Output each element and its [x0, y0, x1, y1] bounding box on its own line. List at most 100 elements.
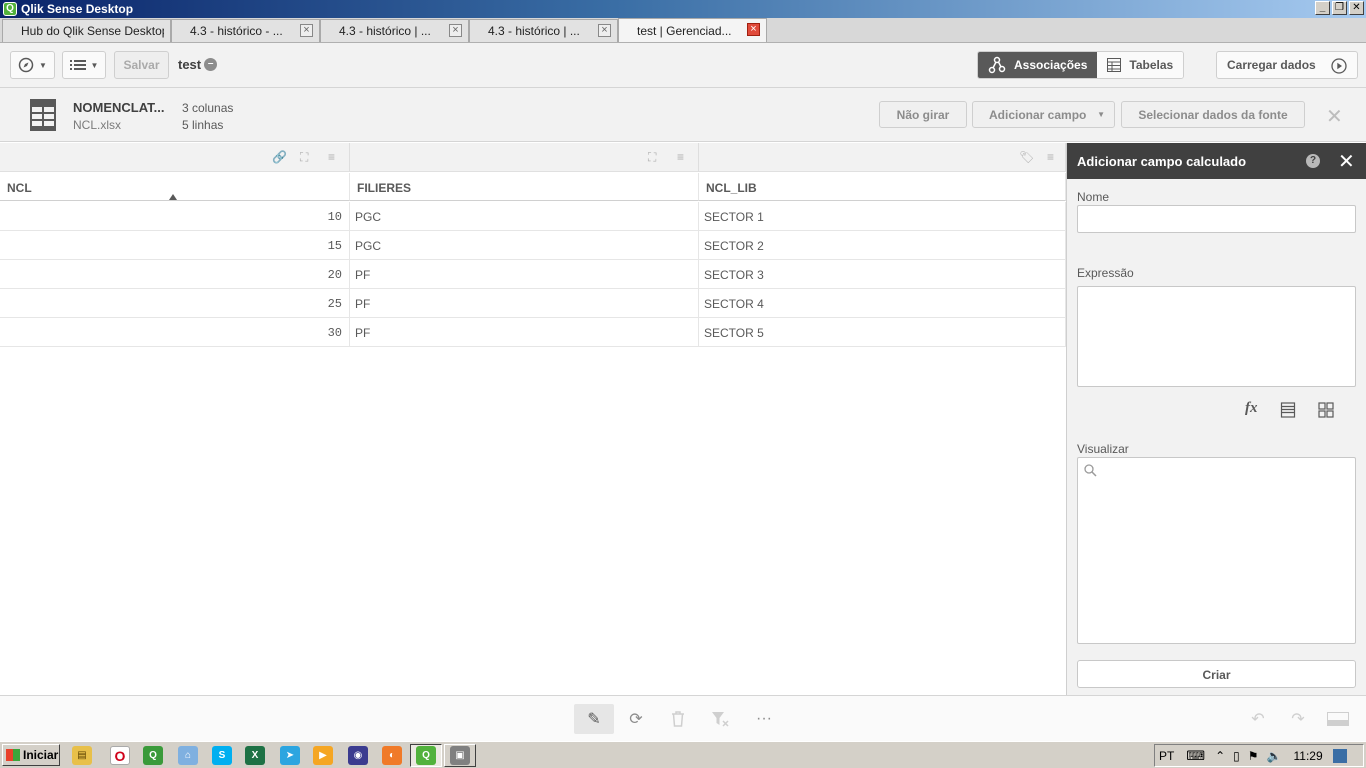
table-info-bar: NOMENCLAT... NCL.xlsx 3 colunas 5 linhas… [0, 88, 1366, 142]
volume-icon[interactable]: 🔈 [1267, 749, 1282, 763]
column-menu-icon[interactable]: ≡ [677, 150, 684, 164]
tag-icon[interactable]: 🏷 [1019, 150, 1034, 164]
refresh-icon[interactable]: ⟳ [616, 704, 656, 734]
function-icon[interactable]: fx [1245, 400, 1258, 418]
taskbar-qlik-sense[interactable]: Q [410, 744, 442, 767]
bottom-action-bar: ✎ ⟳ ··· ↶ ↷ [0, 695, 1366, 741]
more-options-icon[interactable]: ··· [744, 704, 784, 734]
table-source-file: NCL.xlsx [73, 118, 122, 132]
tab-label: 4.3 - histórico - ... [190, 24, 283, 38]
save-button[interactable]: Salvar [114, 51, 169, 79]
column-toolbar-ncl-lib: 🏷 ≡ [699, 143, 1066, 172]
expand-icon[interactable]: ⛶ [300, 150, 308, 165]
compass-icon [18, 57, 34, 73]
preview-label: Visualizar [1077, 442, 1129, 456]
close-tab-icon[interactable]: × [449, 24, 462, 37]
close-tab-icon[interactable]: × [300, 24, 313, 37]
os-taskbar: Iniciar ▤ O Q ⌂ S X ➤ ▶ ◉ ◐ Q ▣ PT ⌨ ⌃ ▯… [0, 741, 1366, 768]
data-preview-grid: 🔗 ⛶ ≡ ⛶ ≡ 🏷 ≡ NCL FILIERES NCL_LIB 10 PG… [0, 143, 1066, 695]
tables-label: Tabelas [1129, 58, 1174, 72]
link-icon[interactable]: 🔗 [272, 150, 287, 164]
taskbar-window-item[interactable]: ▣ [444, 744, 476, 767]
tables-view-button[interactable]: Tabelas [1097, 52, 1184, 78]
global-menu-button[interactable]: ▼ [62, 51, 106, 79]
window-title-bar: Q Qlik Sense Desktop _ ❐ ✕ [0, 0, 1366, 18]
keyboard-icon[interactable]: ⌨ [1186, 748, 1205, 764]
add-field-button[interactable]: Adicionar campo ▼ [972, 101, 1115, 128]
associations-label: Associações [1014, 58, 1088, 72]
password-manager-icon[interactable]: ◉ [348, 746, 368, 765]
minimize-button[interactable]: _ [1315, 1, 1330, 15]
help-icon[interactable]: ? [1306, 154, 1320, 168]
skype-icon[interactable]: S [212, 746, 232, 765]
chevron-down-icon: ▼ [39, 60, 47, 70]
close-table-editor-icon[interactable]: ✕ [1326, 104, 1343, 129]
toggle-panel-icon[interactable] [1318, 704, 1358, 734]
opera-icon[interactable]: O [110, 746, 130, 765]
device-icon[interactable]: ▯ [1233, 749, 1240, 763]
tab-label: test | Gerenciad... [637, 23, 732, 38]
chevron-down-icon: ▼ [1097, 110, 1105, 119]
file-explorer-icon[interactable]: ▤ [72, 746, 92, 765]
show-hidden-icons[interactable]: ⌃ [1215, 749, 1225, 763]
edit-pencil-icon[interactable]: ✎ [574, 704, 614, 734]
clock[interactable]: 11:29 [1294, 749, 1323, 763]
qlikview-icon[interactable]: Q [143, 746, 163, 765]
panel-title: Adicionar campo calculado [1077, 154, 1247, 169]
field-list-icon[interactable] [1280, 402, 1296, 418]
field-name-input[interactable] [1077, 205, 1356, 233]
tab-historico-1[interactable]: 4.3 - histórico - ... × [171, 19, 320, 42]
play-circle-icon [1331, 58, 1347, 74]
column-menu-icon[interactable]: ≡ [1047, 150, 1054, 164]
close-tab-icon[interactable]: × [747, 23, 760, 36]
associations-view-button[interactable]: Associações [978, 52, 1098, 78]
tab-test-data-manager[interactable]: test | Gerenciad... × [618, 18, 767, 42]
restore-button[interactable]: ❐ [1332, 1, 1347, 15]
filter-clear-icon[interactable] [700, 704, 740, 734]
start-button[interactable]: Iniciar [2, 744, 60, 766]
tab-historico-2[interactable]: 4.3 - histórico | ... × [320, 19, 469, 42]
close-tab-icon[interactable]: × [598, 24, 611, 37]
variables-grid-icon[interactable] [1317, 402, 1334, 418]
column-toolbar-ncl: 🔗 ⛶ ≡ [0, 143, 350, 172]
network-icon[interactable]: ⌂ [178, 746, 198, 765]
table-metadata: 3 colunas 5 linhas [182, 100, 233, 134]
tab-label: Hub do Qlik Sense Desktop [21, 24, 164, 38]
language-indicator[interactable]: PT [1159, 749, 1174, 763]
close-window-button[interactable]: ✕ [1349, 1, 1364, 15]
table-row: 25 PF SECTOR 4 [0, 289, 1066, 318]
media-player-icon[interactable]: ▶ [313, 746, 333, 765]
cell-filieres: PGC [350, 202, 699, 231]
tab-label: 4.3 - histórico | ... [339, 24, 431, 38]
table-row: 30 PF SECTOR 5 [0, 318, 1066, 347]
column-header-filieres[interactable]: FILIERES [350, 173, 699, 201]
system-tray: PT ⌨ ⌃ ▯ ⚑ 🔈 11:29 [1154, 744, 1364, 767]
navigation-menu-button[interactable]: ▼ [10, 51, 55, 79]
browser-icon[interactable]: ◐ [382, 746, 402, 765]
cell-ncl: 20 [0, 260, 350, 289]
windows-logo-icon [6, 749, 20, 761]
cell-filieres: PF [350, 260, 699, 289]
column-menu-icon[interactable]: ≡ [328, 150, 335, 164]
flag-icon[interactable]: ⚑ [1248, 749, 1259, 763]
load-data-button[interactable]: Carregar dados [1216, 51, 1358, 79]
show-desktop-icon[interactable] [1332, 748, 1347, 763]
excel-icon[interactable]: X [245, 746, 265, 765]
select-source-data-button[interactable]: Selecionar dados da fonte [1121, 101, 1305, 128]
start-label: Iniciar [23, 748, 59, 762]
associations-icon [988, 56, 1006, 74]
create-button[interactable]: Criar [1077, 660, 1356, 688]
tab-hub[interactable]: Hub do Qlik Sense Desktop [2, 19, 171, 42]
expand-icon[interactable]: ⛶ [648, 150, 656, 165]
close-panel-icon[interactable]: ✕ [1338, 149, 1355, 174]
telegram-icon[interactable]: ➤ [280, 746, 300, 765]
tab-historico-3[interactable]: 4.3 - histórico | ... × [469, 19, 618, 42]
undo-icon[interactable]: ↶ [1238, 704, 1278, 734]
delete-icon[interactable] [658, 704, 698, 734]
expression-textarea[interactable] [1077, 286, 1356, 387]
no-pivot-button[interactable]: Não girar [879, 101, 967, 128]
cell-filieres: PF [350, 289, 699, 318]
redo-icon[interactable]: ↷ [1278, 704, 1318, 734]
column-header-ncl-lib[interactable]: NCL_LIB [699, 173, 1066, 201]
view-switcher: Associações Tabelas [977, 51, 1185, 79]
